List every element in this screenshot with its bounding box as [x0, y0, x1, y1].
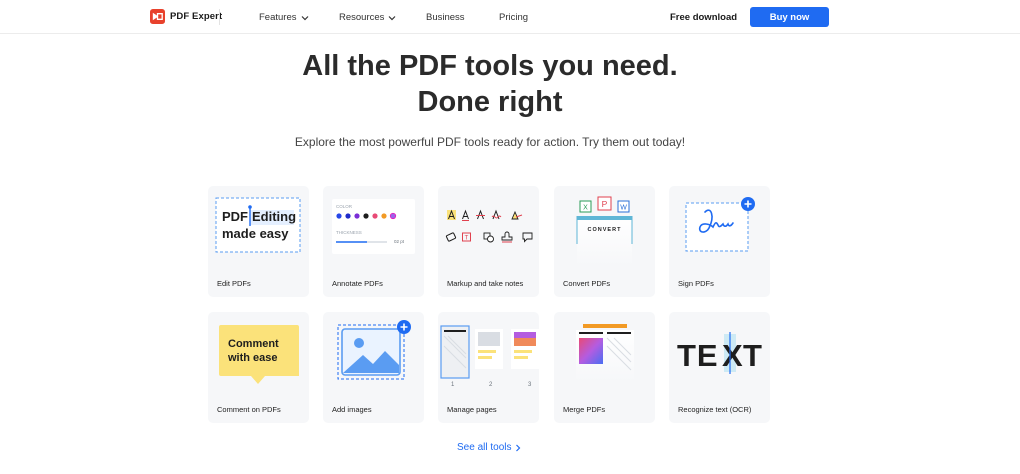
page-subtitle: Explore the most powerful PDF tools read… — [294, 135, 686, 149]
edit-pdf-illustration: PDF Editing made easy — [215, 197, 301, 253]
chevron-right-icon — [516, 444, 521, 451]
page-title-line-1: All the PDF tools you need. — [302, 50, 678, 82]
page-title-line-2: Done right — [417, 86, 563, 118]
tool-label: Annotate PDFs — [332, 279, 383, 288]
stamp-icon — [501, 231, 513, 241]
pdf-expert-logo-icon — [150, 9, 165, 24]
tool-label: Comment on PDFs — [217, 405, 281, 414]
note-icon — [522, 232, 533, 243]
eraser-icon — [445, 232, 457, 242]
tool-label: Add images — [332, 405, 372, 414]
tool-card-markup[interactable]: T Markup and take notes — [438, 186, 539, 297]
comment-illustration: Comment with ease — [219, 325, 299, 384]
brand-logo[interactable]: PDF Expert — [150, 9, 222, 24]
annotate-illustration: COLOR THICKNESS 02 pt — [332, 199, 415, 254]
nav-resources[interactable]: Resources — [339, 12, 396, 23]
tool-card-comment-pdfs[interactable]: Comment with ease Comment on PDFs — [208, 312, 309, 423]
tool-label: Markup and take notes — [447, 279, 524, 288]
art-word-editing: Editing — [252, 209, 296, 224]
convert-illustration: CONVERT X P W — [576, 196, 633, 266]
ocr-letter-x: X — [722, 338, 743, 373]
excel-letter: X — [583, 205, 588, 212]
art-comment-word: Comment — [228, 338, 279, 350]
nav-features-label: Features — [259, 12, 297, 23]
nav-resources-label: Resources — [339, 12, 385, 23]
art-thickness-value: 02 pt — [394, 239, 405, 244]
art-color-label: COLOR — [336, 204, 353, 209]
tool-label: Convert PDFs — [563, 279, 611, 288]
page-title: All the PDF tools you need. Done right — [0, 48, 980, 120]
header-divider — [219, 9, 220, 25]
svg-text:T: T — [465, 236, 469, 242]
tool-card-edit-pdfs[interactable]: PDF Editing made easy Edit PDFs — [208, 186, 309, 297]
nav-business[interactable]: Business — [426, 12, 465, 23]
word-letter: W — [620, 205, 627, 212]
chevron-down-icon — [388, 15, 396, 20]
art-thickness-label: THICKNESS — [336, 230, 362, 235]
page-number-3: 3 — [528, 382, 532, 388]
buy-now-button[interactable]: Buy now — [750, 7, 829, 27]
art-convert-label: CONVERT — [588, 227, 622, 233]
tool-label: Edit PDFs — [217, 279, 251, 288]
brand-name: PDF Expert — [170, 11, 223, 22]
tool-card-ocr[interactable]: TE X T Recognize text (OCR) — [669, 312, 770, 423]
tool-card-manage-pages[interactable]: 1 2 3 Manage pages — [438, 312, 539, 423]
nav-pricing-label: Pricing — [499, 12, 529, 23]
art-word-made-easy: made easy — [222, 226, 289, 241]
marker-icon — [511, 210, 519, 220]
powerpoint-letter: P — [602, 199, 608, 209]
chevron-down-icon — [301, 15, 308, 20]
merge-pdfs-illustration — [576, 324, 634, 382]
page-number-2: 2 — [489, 382, 493, 388]
art-word-pdf: PDF — [222, 209, 248, 224]
tool-label: Recognize text (OCR) — [678, 405, 752, 414]
free-download-link[interactable]: Free download — [670, 12, 737, 23]
see-all-tools-link[interactable]: See all tools — [457, 442, 521, 453]
page-number-1: 1 — [451, 382, 455, 388]
nav-pricing[interactable]: Pricing — [499, 12, 528, 23]
add-image-illustration — [337, 320, 411, 380]
ocr-letter-t: T — [743, 338, 762, 373]
tool-card-sign-pdfs[interactable]: Sign PDFs — [669, 186, 770, 297]
tool-label: Sign PDFs — [678, 279, 714, 288]
signature-illustration — [685, 197, 755, 252]
tool-label: Manage pages — [447, 405, 497, 414]
ocr-letters-te: TE — [677, 338, 719, 373]
art-with-ease: with ease — [227, 352, 278, 364]
tool-card-add-images[interactable]: Add images — [323, 312, 424, 423]
markup-tools-illustration: T — [445, 209, 533, 243]
nav-features[interactable]: Features — [259, 12, 309, 23]
tool-card-merge-pdfs[interactable]: Merge PDFs — [554, 312, 655, 423]
tool-card-convert-pdfs[interactable]: CONVERT X P W Convert PDFs — [554, 186, 655, 297]
tool-card-annotate-pdfs[interactable]: COLOR THICKNESS 02 pt Annotate PDFs — [323, 186, 424, 297]
see-all-tools-label: See all tools — [457, 442, 512, 453]
site-header: PDF Expert Features Resources Business P… — [0, 0, 1020, 34]
nav-business-label: Business — [426, 12, 465, 23]
tool-label: Merge PDFs — [563, 405, 606, 414]
ocr-illustration: TE X T — [677, 332, 762, 374]
manage-pages-illustration: 1 2 3 — [440, 325, 539, 388]
